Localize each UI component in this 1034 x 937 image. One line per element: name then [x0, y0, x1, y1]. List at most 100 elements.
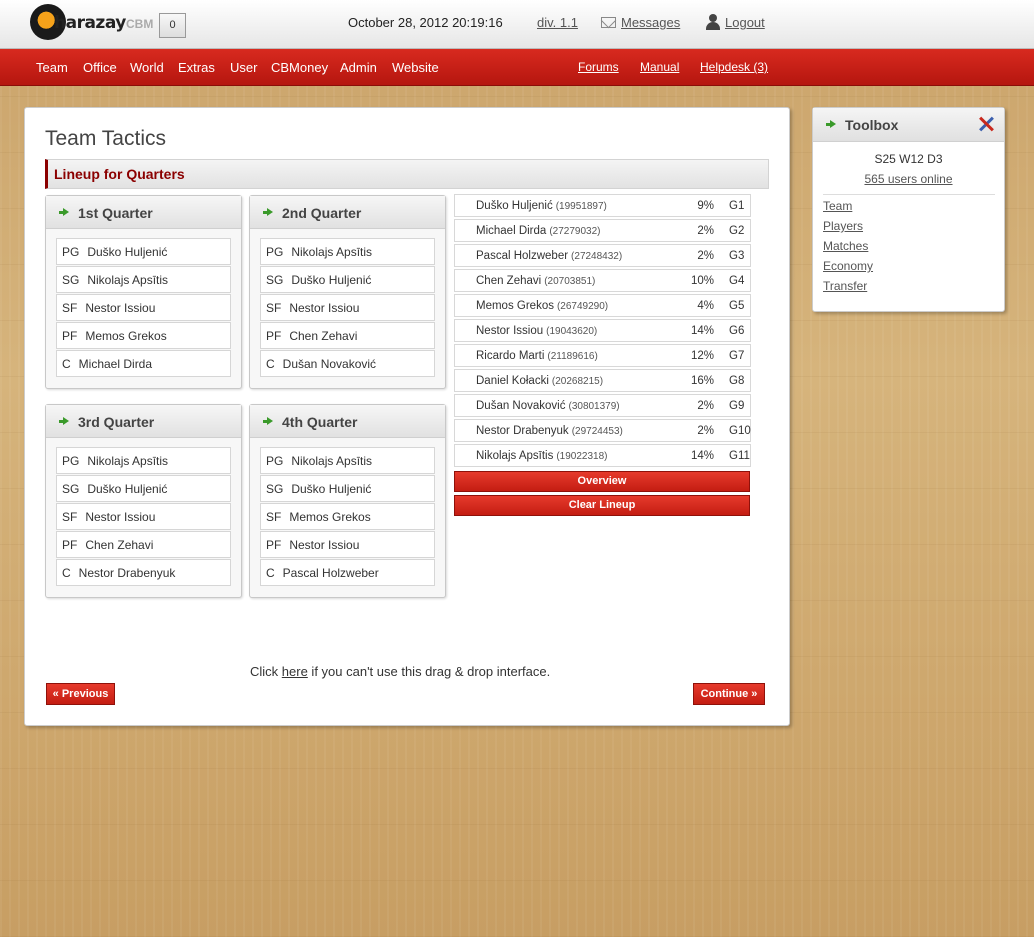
lineup-slot-pf[interactable]: PF Memos Grekos	[56, 322, 231, 349]
user-icon	[706, 14, 720, 30]
previous-button[interactable]: « Previous	[46, 683, 115, 705]
lineup-slot-sf[interactable]: SF Nestor Issiou	[260, 294, 435, 321]
logout-link[interactable]: Logout	[725, 15, 765, 30]
section-title: Lineup for Quarters	[54, 166, 185, 182]
lineup-slot-sg[interactable]: SG Duško Huljenić	[260, 475, 435, 502]
lineup-slot-c[interactable]: C Pascal Holzweber	[260, 559, 435, 586]
top-bar: harazay CBM 0 October 28, 2012 20:19:16 …	[0, 0, 1034, 49]
division-link[interactable]: div. 1.1	[537, 15, 578, 30]
player-id: (20268215)	[551, 376, 604, 387]
nav-extras[interactable]: Extras	[178, 60, 215, 75]
player-id: (30801379)	[568, 401, 620, 412]
nav-forums[interactable]: Forums	[578, 60, 619, 74]
player-name-cell: Nikolajs Apsītis (19022318)	[476, 445, 608, 468]
nav-cbmoney[interactable]: CBMoney	[271, 60, 328, 75]
position-label: SF	[266, 301, 282, 315]
player-row[interactable]: Dušan Novaković (30801379) 2% G9	[454, 394, 751, 417]
clear-lineup-button[interactable]: Clear Lineup	[454, 495, 750, 516]
player-name: Duško Huljenić	[87, 245, 168, 259]
player-name-cell: Memos Grekos (26749290)	[476, 295, 608, 318]
nav-admin[interactable]: Admin	[340, 60, 377, 75]
player-id: (26749290)	[556, 301, 609, 312]
lineup-slot-sf[interactable]: SF Nestor Issiou	[56, 294, 231, 321]
player-row[interactable]: Ricardo Marti (21189616) 12% G7	[454, 344, 751, 367]
nav-manual[interactable]: Manual	[640, 60, 679, 74]
player-row[interactable]: Daniel Kołacki (20268215) 16% G8	[454, 369, 751, 392]
lineup-slot-pg[interactable]: PG Nikolajs Apsītis	[260, 238, 435, 265]
position-label: PF	[266, 329, 282, 343]
nav-helpdesk[interactable]: Helpdesk (3)	[700, 60, 768, 74]
quarter-header: 1st Quarter	[46, 196, 241, 229]
nav-website[interactable]: Website	[392, 60, 439, 75]
server-datetime: October 28, 2012 20:19:16	[348, 15, 503, 30]
charazay-logo[interactable]: harazay CBM	[30, 4, 154, 44]
lineup-slot-c[interactable]: C Michael Dirda	[56, 350, 231, 377]
alternate-interface-link[interactable]: here	[282, 664, 308, 679]
player-group: G2	[729, 225, 745, 237]
player-row[interactable]: Duško Huljenić (19951897) 9% G1	[454, 194, 751, 217]
logo-suffix: CBM	[126, 17, 154, 31]
nav-world[interactable]: World	[130, 60, 164, 75]
page-title: Team Tactics	[45, 127, 166, 150]
player-row[interactable]: Memos Grekos (26749290) 4% G5	[454, 294, 751, 317]
lineup-slot-sf[interactable]: SF Memos Grekos	[260, 503, 435, 530]
toolbox-link-matches[interactable]: Matches	[823, 239, 868, 253]
player-name: Memos Grekos	[476, 300, 554, 312]
lineup-slot-sg[interactable]: SG Duško Huljenić	[56, 475, 231, 502]
player-name: Duško Huljenić	[476, 200, 553, 212]
player-percent: 16%	[690, 375, 714, 387]
nav-user[interactable]: User	[230, 60, 257, 75]
toolbox-link-players[interactable]: Players	[823, 219, 863, 233]
player-name: Dušan Novaković	[282, 357, 377, 371]
lineup-slot-pg[interactable]: PG Nikolajs Apsītis	[260, 447, 435, 474]
player-name: Michael Dirda	[476, 225, 547, 237]
overview-button[interactable]: Overview	[454, 471, 750, 492]
position-label: SF	[62, 510, 78, 524]
lineup-slot-sf[interactable]: SF Nestor Issiou	[56, 503, 231, 530]
lineup-slot-pg[interactable]: PG Duško Huljenić	[56, 238, 231, 265]
toolbox-link-economy[interactable]: Economy	[823, 259, 873, 273]
lineup-slot-pf[interactable]: PF Nestor Issiou	[260, 531, 435, 558]
player-name: Pascal Holzweber	[476, 250, 569, 262]
message-icon[interactable]	[601, 17, 616, 28]
notification-counter[interactable]: 0	[159, 13, 186, 38]
player-percent: 12%	[690, 350, 714, 362]
users-online-link[interactable]: 565 users online	[813, 172, 1004, 186]
player-row[interactable]: Nestor Issiou (19043620) 14% G6	[454, 319, 751, 342]
player-name: Nestor Drabenyuk	[476, 425, 569, 437]
position-label: SF	[266, 510, 282, 524]
continue-button[interactable]: Continue »	[693, 683, 765, 705]
season-week-day: S25 W12 D3	[874, 152, 943, 166]
lineup-slot-sg[interactable]: SG Duško Huljenić	[260, 266, 435, 293]
player-row[interactable]: Chen Zehavi (20703851) 10% G4	[454, 269, 751, 292]
lineup-slot-c[interactable]: C Dušan Novaković	[260, 350, 435, 377]
quarter-title: 4th Quarter	[282, 414, 358, 430]
quarter-header: 2nd Quarter	[250, 196, 445, 229]
quarter-3-box: 3rd Quarter PG Nikolajs Apsītis SG Duško H…	[45, 404, 242, 598]
messages-link[interactable]: Messages	[621, 15, 680, 30]
player-group: G5	[729, 300, 745, 312]
position-label: C	[266, 357, 275, 371]
nav-team[interactable]: Team	[36, 60, 68, 75]
lineup-slot-c[interactable]: C Nestor Drabenyuk	[56, 559, 231, 586]
player-group: G7	[729, 350, 745, 362]
player-percent: 10%	[690, 275, 714, 287]
player-row[interactable]: Michael Dirda (27279032) 2% G2	[454, 219, 751, 242]
lineup-slot-pf[interactable]: PF Chen Zehavi	[260, 322, 435, 349]
lineup-slot-pg[interactable]: PG Nikolajs Apsītis	[56, 447, 231, 474]
position-label: C	[62, 566, 71, 580]
lineup-slot-pf[interactable]: PF Chen Zehavi	[56, 531, 231, 558]
toolbox-link-transfer[interactable]: Transfer	[823, 279, 867, 293]
position-label: PG	[266, 454, 284, 468]
player-group: G11	[729, 450, 750, 462]
player-row[interactable]: Nikolajs Apsītis (19022318) 14% G11	[454, 444, 751, 467]
lineup-slot-sg[interactable]: SG Nikolajs Apsītis	[56, 266, 231, 293]
player-row[interactable]: Nestor Drabenyuk (29724453) 2% G10	[454, 419, 751, 442]
logo-text: harazay	[54, 13, 126, 33]
player-row[interactable]: Pascal Holzweber (27248432) 2% G3	[454, 244, 751, 267]
player-name: Duško Huljenić	[87, 482, 168, 496]
nav-office[interactable]: Office	[83, 60, 117, 75]
toolbox-link-team[interactable]: Team	[823, 199, 852, 213]
tools-icon[interactable]	[977, 115, 995, 133]
quarter-1-box: 1st Quarter PG Duško Huljenić SG Nikolajs …	[45, 195, 242, 389]
